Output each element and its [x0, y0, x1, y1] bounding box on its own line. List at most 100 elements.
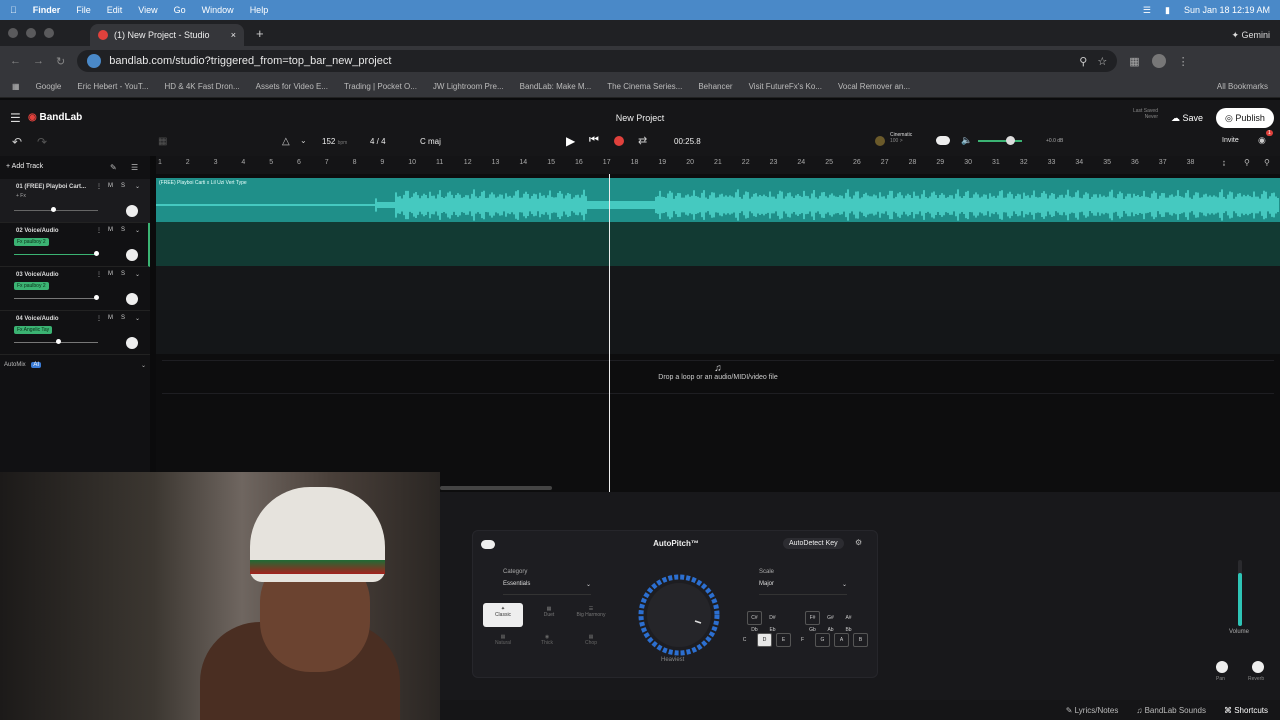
style-thick[interactable]: ◉ Thick — [527, 631, 567, 655]
solo-button[interactable]: S — [121, 315, 125, 321]
browser-menu-icon[interactable]: ⋮ — [1178, 55, 1189, 68]
track-menu-icon[interactable]: ⋮ — [96, 227, 102, 234]
edit-tracks-icon[interactable]: ✎ — [110, 163, 117, 172]
all-bookmarks[interactable]: All Bookmarks — [1217, 82, 1268, 91]
bookmark-item[interactable]: Assets for Video E... — [256, 82, 328, 91]
bookmark-item[interactable]: The Cinema Series... — [607, 82, 682, 91]
volume-fader[interactable] — [1238, 560, 1242, 626]
save-button[interactable]: ☁ Save — [1166, 108, 1208, 128]
master-toggle[interactable] — [936, 136, 950, 145]
lane-2[interactable] — [156, 222, 1280, 266]
track-volume-fader[interactable] — [14, 254, 98, 255]
key-a[interactable]: A — [834, 633, 849, 647]
solo-button[interactable]: S — [121, 271, 125, 277]
key-b[interactable]: B — [853, 633, 868, 647]
automix-row[interactable]: AutoMix AI ⌄ — [4, 362, 146, 369]
key-g-sharp[interactable]: G# Ab — [823, 611, 838, 633]
key-g[interactable]: G — [815, 633, 830, 647]
publish-button[interactable]: ◎ Publish — [1216, 108, 1274, 128]
track-header-3[interactable]: 03 Voice/Audio Fx paulboy 2 ⋮ M S ⌄ — [0, 267, 150, 311]
track-expand-icon[interactable]: ⌄ — [135, 183, 140, 190]
key-f-sharp[interactable]: F# Gb — [805, 611, 820, 633]
bandlab-sounds-button[interactable]: ♫ BandLab Sounds — [1136, 706, 1206, 715]
menu-edit[interactable]: Edit — [107, 5, 123, 15]
preset-icon[interactable] — [875, 136, 885, 146]
site-info-icon[interactable] — [87, 54, 102, 68]
menu-help[interactable]: Help — [250, 5, 269, 15]
track-volume-fader[interactable] — [14, 210, 98, 211]
track-header-2[interactable]: 02 Voice/Audio Fx paulboy 2 ⋮ M S ⌄ — [0, 223, 150, 267]
extensions-icon[interactable]: ▦ — [1129, 55, 1139, 68]
style-classic[interactable]: ✦ Classic — [483, 603, 523, 627]
track-settings-icon[interactable]: ☰ — [131, 163, 138, 172]
solo-button[interactable]: S — [121, 183, 125, 189]
track-menu-icon[interactable]: ⋮ — [96, 315, 102, 322]
track-expand-icon[interactable]: ⌄ — [135, 227, 140, 234]
track-menu-icon[interactable]: ⋮ — [96, 183, 102, 190]
menu-go[interactable]: Go — [174, 5, 186, 15]
lane-4[interactable] — [156, 310, 1280, 354]
play-button[interactable]: ▶ — [566, 134, 575, 148]
menu-window[interactable]: Window — [202, 5, 234, 15]
zoom-out-icon[interactable]: ⚲ — [1244, 158, 1250, 167]
autopitch-amount-knob[interactable] — [633, 573, 727, 657]
track-fx-button[interactable]: + Fx — [16, 193, 26, 199]
track-volume-knob[interactable] — [94, 251, 99, 256]
autopitch-toggle[interactable] — [481, 540, 495, 549]
track-volume-knob[interactable] — [94, 295, 99, 300]
browser-tab[interactable]: (1) New Project - Studio × — [90, 24, 244, 46]
apple-icon[interactable]:  — [10, 5, 17, 15]
zoom-in-icon[interactable]: ⚲ — [1264, 158, 1270, 167]
invite-button[interactable]: Invite — [1222, 137, 1239, 144]
track-fx-badge[interactable]: Fx paulboy 2 — [14, 282, 49, 290]
drop-zone[interactable]: ♫ Drop a loop or an audio/MIDI/video fil… — [162, 360, 1274, 394]
bookmark-item[interactable]: Google — [36, 82, 62, 91]
profile-avatar[interactable] — [1151, 54, 1166, 68]
bookmark-star-icon[interactable]: ☆ — [1097, 55, 1107, 68]
wifi-icon[interactable]: ☰ — [1143, 5, 1151, 16]
add-track-button[interactable]: + Add Track — [6, 163, 43, 170]
automix-expand-icon[interactable]: ⌄ — [141, 362, 146, 369]
battery-icon[interactable]: ▮ — [1165, 5, 1170, 16]
redo-icon[interactable]: ↷ — [37, 135, 47, 149]
playhead[interactable] — [609, 174, 610, 492]
lyrics-notes-button[interactable]: ✎ Lyrics/Notes — [1066, 706, 1119, 715]
pan-knob[interactable] — [1216, 661, 1228, 673]
key-e[interactable]: E — [776, 633, 791, 647]
metronome-icon[interactable]: △ — [282, 136, 290, 147]
menubar-clock[interactable]: Sun Jan 18 12:19 AM — [1184, 5, 1270, 15]
master-volume-slider[interactable] — [978, 140, 1022, 142]
bookmark-item[interactable]: JW Lightroom Pre... — [433, 82, 504, 91]
reload-icon[interactable]: ↻ — [56, 55, 65, 68]
bookmark-item[interactable]: HD & 4K Fast Dron... — [165, 82, 240, 91]
scale-select[interactable]: Major ⌄ — [759, 581, 847, 595]
gemini-button[interactable]: ✦ Gemini — [1231, 30, 1270, 41]
style-big-harmony[interactable]: ☰ Big Harmony — [571, 603, 611, 627]
track-pan-knob[interactable] — [126, 249, 138, 261]
shortcuts-button[interactable]: ⌘ Shortcuts — [1224, 706, 1268, 715]
track-expand-icon[interactable]: ⌄ — [135, 315, 140, 322]
track-pan-knob[interactable] — [126, 293, 138, 305]
tempo-field[interactable]: 152 bpm — [322, 137, 347, 146]
metronome-dropdown-icon[interactable]: ⌄ — [300, 136, 307, 145]
reverb-knob[interactable] — [1252, 661, 1264, 673]
project-title[interactable]: New Project — [0, 113, 1280, 123]
undo-icon[interactable]: ↶ — [12, 135, 22, 149]
speaker-icon[interactable]: 🔈 — [961, 135, 972, 146]
zoom-icon[interactable]: ⚲ — [1079, 55, 1087, 68]
new-tab-button[interactable]: + — [256, 26, 264, 41]
solo-button[interactable]: S — [121, 227, 125, 233]
key-c-sharp[interactable]: C# Db — [747, 611, 762, 633]
mute-button[interactable]: M — [108, 183, 113, 189]
forward-icon[interactable]: → — [33, 55, 44, 67]
key-d[interactable]: D — [757, 633, 772, 647]
follow-playhead-icon[interactable]: ↨ — [1222, 158, 1226, 167]
time-signature[interactable]: 4 / 4 — [370, 137, 386, 146]
menu-finder[interactable]: Finder — [33, 5, 61, 15]
window-zoom-button[interactable] — [44, 28, 54, 38]
track-expand-icon[interactable]: ⌄ — [135, 271, 140, 278]
key-d-sharp[interactable]: D# Eb — [765, 611, 780, 633]
key-c[interactable]: C — [737, 633, 752, 647]
back-icon[interactable]: ← — [10, 55, 21, 67]
window-close-button[interactable] — [8, 28, 18, 38]
